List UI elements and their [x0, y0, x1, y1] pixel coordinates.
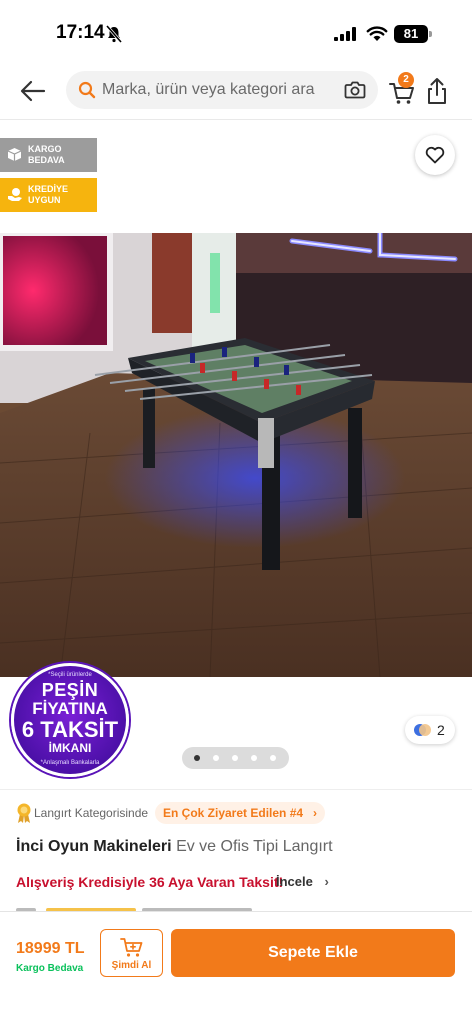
money-icon — [8, 188, 22, 201]
product-image[interactable] — [0, 233, 472, 677]
promo-line-4: İMKANI — [48, 741, 92, 755]
heart-icon — [425, 146, 445, 164]
category-text: Langırt Kategorisinde — [34, 806, 149, 820]
promo-line-3: 6 TAKSİT — [21, 717, 119, 742]
product-name: Ev ve Ofis Tipi Langırt — [176, 838, 333, 855]
cart-count-badge: 2 — [398, 72, 414, 88]
product-photo — [0, 233, 472, 677]
promo-line-1: PEŞİN — [41, 680, 99, 700]
status-time: 17:14 — [56, 22, 105, 43]
pager-dot-4[interactable] — [251, 755, 257, 761]
buy-now-label: Şimdi Al — [111, 960, 152, 971]
pager-dot-2[interactable] — [213, 755, 219, 761]
chevron-right-icon: › — [313, 806, 318, 820]
search-placeholder: Marka, ürün veya kategori ara — [102, 81, 315, 98]
bell-off-icon — [106, 25, 122, 43]
chevron-right-icon: › — [324, 874, 329, 889]
wifi-icon — [366, 26, 388, 41]
price: 18999 TL — [16, 940, 85, 957]
favorite-button[interactable] — [415, 135, 455, 175]
cart-plus-icon — [120, 938, 143, 957]
back-arrow-icon[interactable] — [18, 78, 48, 104]
credit-offer-text: Alışveriş Kredisiyle 36 Aya Varan Taksit… — [16, 874, 284, 890]
status-bar: 17:14 81 — [0, 0, 472, 64]
ranking-text: En Çok Ziyaret Edilen #4 — [163, 806, 304, 820]
search-input[interactable]: Marka, ürün veya kategori ara — [66, 71, 378, 109]
promo-sticker: *Seçili ürünlerde PEŞİN FİYATINA 6 TAKSİ… — [11, 663, 129, 777]
promo-top-note: *Seçili ürünlerde — [48, 672, 92, 678]
ranking-pill[interactable]: En Çok Ziyaret Edilen #4 › — [155, 802, 326, 824]
product-title: İnci Oyun Makineleri Ev ve Ofis Tipi Lan… — [16, 838, 333, 856]
box-icon — [7, 148, 22, 161]
cargo-free-badge: KARGO BEDAVA — [0, 138, 97, 172]
battery-indicator: 81 — [394, 25, 428, 43]
review-credit-button[interactable]: İncele › — [276, 872, 331, 892]
share-icon[interactable] — [424, 76, 450, 106]
pager-dot-5[interactable] — [270, 755, 276, 761]
divider — [0, 789, 472, 790]
buy-now-button[interactable]: Şimdi Al — [100, 929, 163, 977]
cargo-badge-text: KARGO BEDAVA — [28, 144, 65, 165]
credit-badge: KREDİYE UYGUN — [0, 178, 97, 212]
pager-dot-1[interactable] — [194, 755, 200, 761]
header: Marka, ürün veya kategori ara 2 — [0, 64, 472, 120]
color-variants-icon — [414, 724, 431, 736]
credit-badge-text: KREDİYE UYGUN — [28, 184, 69, 205]
brand-name[interactable]: İnci Oyun Makineleri — [16, 838, 172, 855]
search-icon — [78, 81, 96, 99]
promo-bottom-note: *Anlaşmalı Bankalarla — [40, 760, 100, 766]
image-pager[interactable] — [182, 747, 289, 769]
battery-tip — [429, 31, 432, 37]
camera-icon[interactable] — [344, 80, 366, 100]
variant-count: 2 — [437, 722, 445, 738]
pager-dot-3[interactable] — [232, 755, 238, 761]
add-to-cart-button[interactable]: Sepete Ekle — [171, 929, 455, 977]
medal-icon — [17, 803, 31, 823]
promo-line-2: FİYATINA — [32, 699, 108, 718]
signal-icon — [334, 27, 356, 41]
bottom-action-bar: 18999 TL Kargo Bedava Şimdi Al Sepete Ek… — [0, 911, 472, 1024]
free-shipping-label: Kargo Bedava — [16, 963, 84, 974]
variant-selector[interactable]: 2 — [405, 716, 455, 744]
review-credit-label: İncele — [276, 874, 313, 889]
